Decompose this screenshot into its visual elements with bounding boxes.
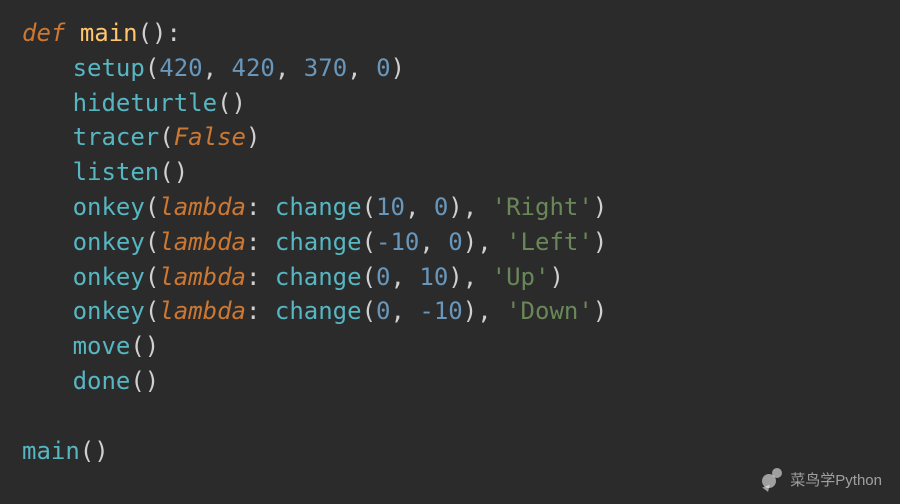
call-onkey: onkey bbox=[73, 228, 145, 256]
call-onkey: onkey bbox=[73, 297, 145, 325]
call-main: main bbox=[22, 437, 80, 465]
watermark: 菜鸟学Python bbox=[762, 468, 882, 490]
call-tracer: tracer bbox=[73, 123, 160, 151]
num: 0 bbox=[376, 54, 390, 82]
call-move: move bbox=[73, 332, 131, 360]
keyword-lambda: lambda bbox=[159, 228, 246, 256]
call-done: done bbox=[73, 367, 131, 395]
call-onkey: onkey bbox=[73, 263, 145, 291]
str: 'Up' bbox=[492, 263, 550, 291]
num: 10 bbox=[419, 263, 448, 291]
num: 420 bbox=[232, 54, 275, 82]
call-change: change bbox=[275, 297, 362, 325]
python-code-snippet: def main(): setup(420, 420, 370, 0) hide… bbox=[0, 0, 900, 484]
num: 0 bbox=[376, 263, 390, 291]
num: 0 bbox=[376, 297, 390, 325]
str: 'Left' bbox=[506, 228, 593, 256]
call-hideturtle: hideturtle bbox=[73, 89, 218, 117]
str: 'Down' bbox=[506, 297, 593, 325]
keyword-def: def bbox=[22, 19, 65, 47]
keyword-lambda: lambda bbox=[159, 297, 246, 325]
call-listen: listen bbox=[73, 158, 160, 186]
num: -10 bbox=[419, 297, 462, 325]
call-change: change bbox=[275, 263, 362, 291]
keyword-lambda: lambda bbox=[159, 263, 246, 291]
num: 420 bbox=[159, 54, 202, 82]
call-change: change bbox=[275, 193, 362, 221]
num: -10 bbox=[376, 228, 419, 256]
num: 0 bbox=[448, 228, 462, 256]
num: 10 bbox=[376, 193, 405, 221]
keyword-lambda: lambda bbox=[159, 193, 246, 221]
func-name-main: main bbox=[80, 19, 138, 47]
call-setup: setup bbox=[73, 54, 145, 82]
bool-false: False bbox=[174, 123, 246, 151]
str: 'Right' bbox=[492, 193, 593, 221]
wechat-icon bbox=[762, 468, 784, 490]
num: 0 bbox=[434, 193, 448, 221]
num: 370 bbox=[304, 54, 347, 82]
call-onkey: onkey bbox=[73, 193, 145, 221]
call-change: change bbox=[275, 228, 362, 256]
watermark-text: 菜鸟学Python bbox=[790, 469, 882, 490]
